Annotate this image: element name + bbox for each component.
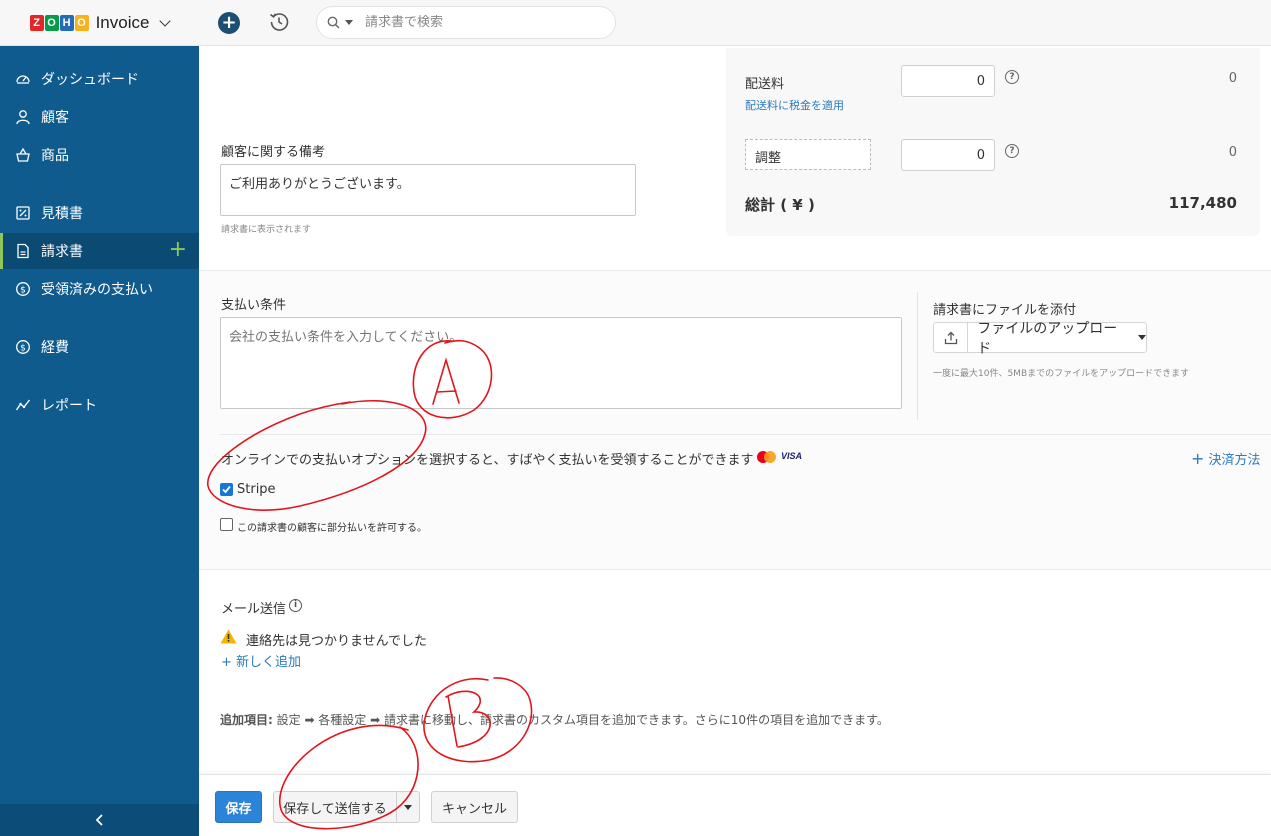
logo-letter: Z [29,14,44,31]
svg-text:$: $ [20,343,26,353]
upload-icon [934,323,969,352]
svg-text:$: $ [20,285,26,295]
file-upload-button[interactable]: ファイルのアップロード [933,321,1147,357]
mastercard-icon [757,451,777,463]
warning-icon [220,629,237,644]
adjustment-label-field[interactable]: 調整 [745,139,871,170]
basket-icon [14,146,32,164]
check-icon [222,485,231,494]
dashboard-icon [14,70,32,88]
sidebar-item-payments-received[interactable]: $ 受領済みの支払い [0,271,199,307]
estimate-icon [14,204,32,222]
adjustment-label: 調整 [755,151,782,166]
sidebar-item-dashboard[interactable]: ダッシュボード [0,61,199,97]
logo-letter: H [59,14,74,31]
sidebar-item-label: 受領済みの支払い [41,282,153,298]
payment-icon: $ [14,280,32,298]
caret-down-icon [404,804,412,810]
sidebar-item-reports[interactable]: レポート [0,387,199,423]
logo-letter: O [44,14,59,31]
search-input[interactable] [365,15,595,30]
save-send-dropdown-button[interactable] [396,791,420,823]
adjustment-amount: 0 [1228,145,1237,160]
plus-icon: + [1191,449,1205,468]
search-filter-caret-icon[interactable] [345,20,353,25]
stripe-checkbox[interactable] [220,483,233,496]
sidebar: Z O H O Invoice ダッシュボード 顧客 商品 見積書 請求書 + … [0,0,199,836]
zoho-logo: Z O H O [29,14,89,31]
caret-down-icon [1138,335,1146,340]
shipping-input[interactable] [901,65,995,97]
app-brand[interactable]: Z O H O Invoice [0,0,199,46]
sidebar-item-invoices[interactable]: 請求書 + [0,233,199,269]
sidebar-item-expenses[interactable]: $ 経費 [0,329,199,365]
invoice-icon [14,242,32,260]
additional-fields-note: 追加項目: 設定 ➡ 各種設定 ➡ 請求書に移動し、請求書のカスタム項目を追加で… [220,711,889,728]
sidebar-item-items[interactable]: 商品 [0,137,199,173]
attachment-hint: 一度に最大10件、5MBまでのファイルをアップロードできます [933,369,1190,379]
sidebar-item-label: 経費 [41,340,69,356]
sidebar-item-label: 請求書 [41,244,83,260]
report-icon [14,396,32,414]
visa-icon: VISA [781,451,803,461]
shipping-amount: 0 [1228,71,1237,86]
customer-notes-hint: 請求書に表示されます [221,225,312,235]
adjustment-input[interactable] [901,139,995,171]
additional-fields-text: 設定 ➡ 各種設定 ➡ 請求書に移動し、請求書のカスタム項目を追加できます。さら… [272,713,889,727]
terms-label: 支払い条件 [221,298,287,313]
additional-fields-title: 追加項目: [220,713,273,727]
expense-icon: $ [14,338,32,356]
quick-create-button[interactable]: + [218,12,240,34]
cancel-button[interactable]: キャンセル [431,791,518,823]
search-icon[interactable] [327,16,340,29]
top-bar: + [199,0,1271,46]
info-icon[interactable]: i [289,599,302,612]
online-payment-text: オンラインでの支払いオプションを選択すると、すばやく支払いを受領することができま… [221,453,754,468]
total-label: 総計 ( ¥ ) [745,196,815,214]
totals-summary: 配送料 配送料に税金を適用 ? 0 調整 ? 0 総計 ( ¥ ) 117,48… [726,48,1260,236]
customer-notes-textarea[interactable] [220,164,636,216]
vertical-divider [917,292,918,420]
logo-letter: O [74,14,89,31]
section-divider [220,434,1271,435]
attachment-label: 請求書にファイルを添付 [933,303,1077,318]
sidebar-item-customers[interactable]: 顧客 [0,99,199,135]
terms-textarea[interactable] [220,317,902,409]
save-and-send-button[interactable]: 保存して送信する [273,791,397,823]
add-invoice-icon[interactable]: + [169,239,187,261]
history-icon[interactable] [267,10,291,34]
chevron-left-icon [95,814,103,826]
contact-not-found-text: 連絡先は見つかりませんでした [246,634,427,649]
sidebar-item-label: レポート [41,398,97,414]
add-new-contact-link[interactable]: + 新しく追加 [221,651,301,670]
stripe-label: Stripe [237,482,276,497]
sidebar-item-label: 商品 [41,148,69,164]
shipping-tax-link[interactable]: 配送料に税金を適用 [745,97,844,113]
chevron-down-icon[interactable] [159,14,172,27]
payment-method-label: 決済方法 [1208,453,1261,468]
help-icon[interactable]: ? [1005,70,1019,84]
user-icon [14,108,32,126]
search-bar[interactable] [316,6,616,39]
partial-payment-checkbox[interactable] [220,518,233,531]
section-divider [199,569,1271,570]
total-value: 117,480 [1168,194,1237,212]
help-icon[interactable]: ? [1005,144,1019,158]
partial-payment-label: この請求書の顧客に部分払いを許可する。 [237,523,427,534]
sidebar-item-estimates[interactable]: 見積書 [0,195,199,231]
action-footer: 保存 保存して送信する キャンセル [199,774,1271,836]
upload-label: ファイルのアップロード [977,320,1118,357]
sidebar-item-label: 顧客 [41,110,69,126]
email-label: メール送信 [221,602,287,617]
sidebar-collapse-button[interactable] [0,804,199,836]
payment-method-link[interactable]: + 決済方法 [1191,449,1261,468]
customer-notes-label: 顧客に関する備考 [221,145,326,160]
sidebar-item-label: ダッシュボード [41,72,139,88]
save-button[interactable]: 保存 [215,791,262,823]
app-name: Invoice [95,12,150,32]
sidebar-item-label: 見積書 [41,206,83,222]
shipping-label: 配送料 [745,77,785,92]
